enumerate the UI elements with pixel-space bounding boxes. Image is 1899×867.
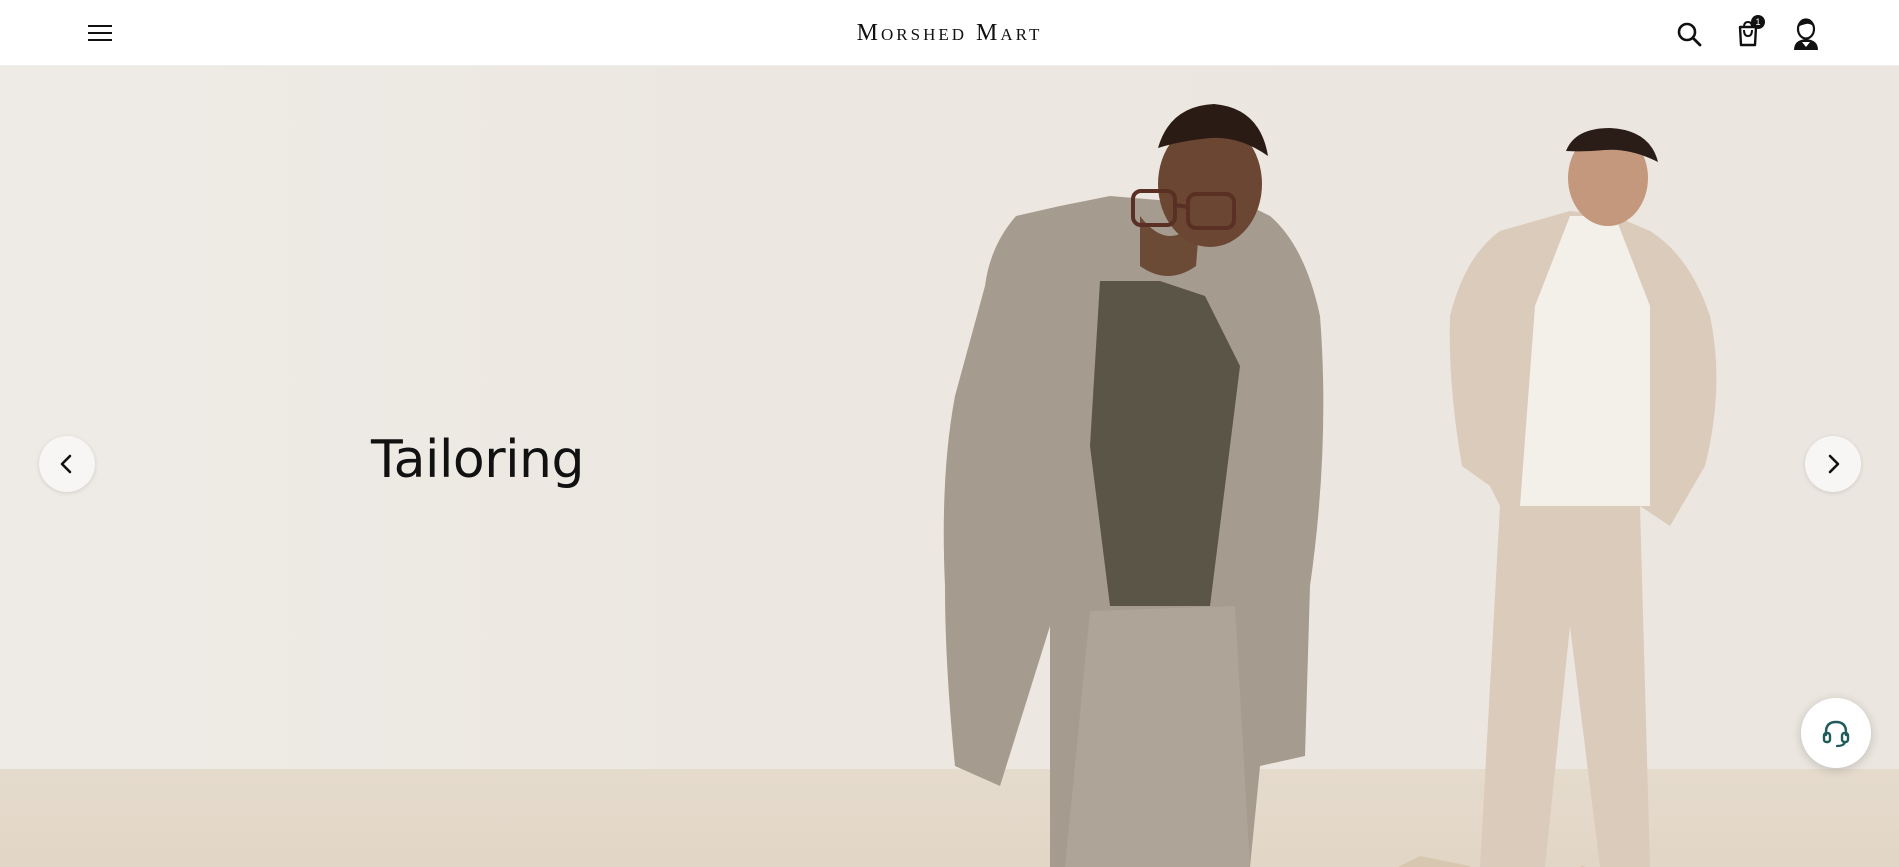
hero-title: Tailoring [371, 430, 585, 490]
top-navigation-bar: Morshed Mart 1 [0, 0, 1899, 66]
search-button[interactable] [1673, 18, 1705, 50]
brand-logo[interactable]: Morshed Mart [0, 20, 1899, 47]
user-avatar-icon [1794, 18, 1818, 50]
headset-icon [1822, 720, 1850, 748]
cart-count-badge: 1 [1751, 15, 1765, 29]
account-button[interactable] [1787, 15, 1825, 53]
hero-image [943, 104, 1717, 867]
hero-banner[interactable]: Tailoring [0, 66, 1899, 867]
search-icon [1677, 22, 1702, 47]
cart-button[interactable]: 1 [1731, 15, 1765, 50]
customer-support-button[interactable] [1801, 698, 1871, 768]
chevron-right-icon [1828, 454, 1840, 474]
chevron-left-icon [60, 454, 72, 474]
carousel-next-button[interactable] [1805, 436, 1861, 492]
carousel-prev-button[interactable] [39, 436, 95, 492]
